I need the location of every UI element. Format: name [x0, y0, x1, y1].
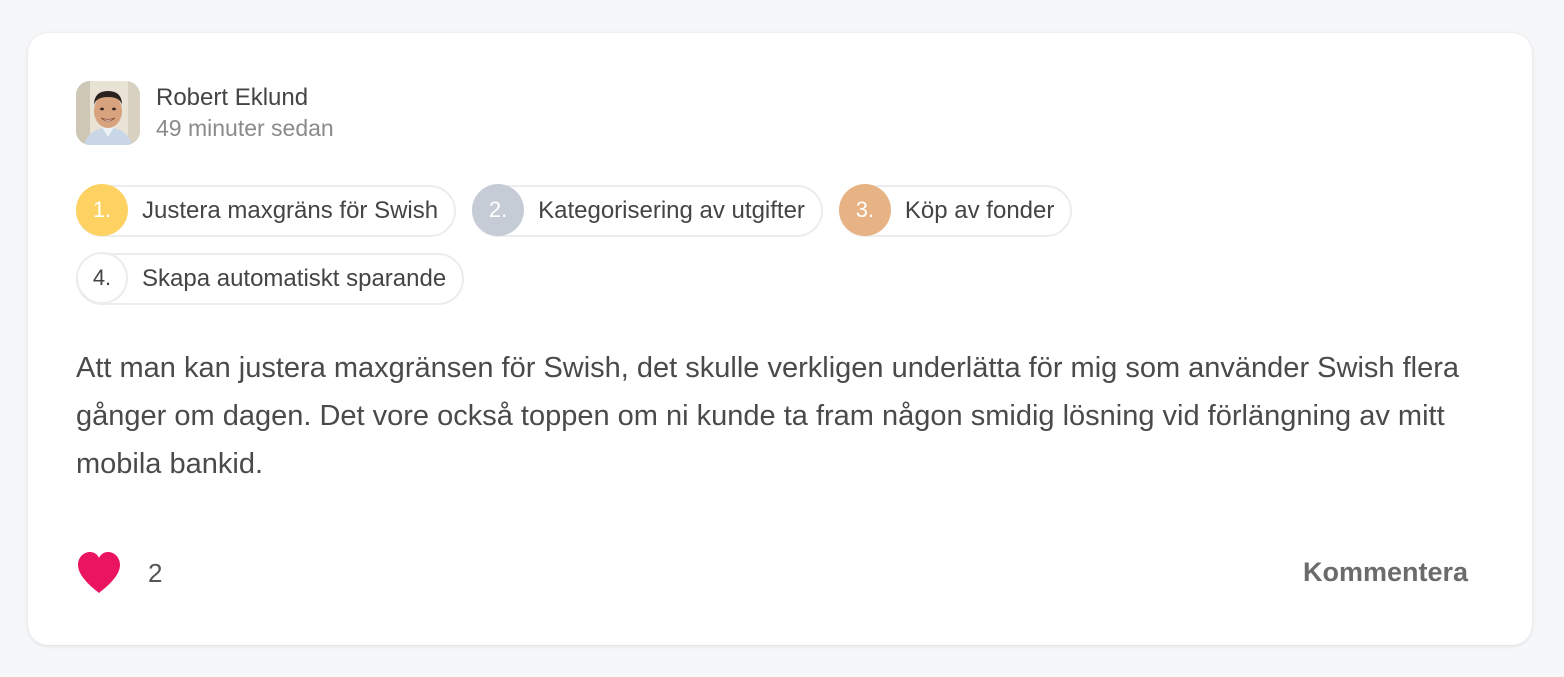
author-text: Robert Eklund 49 minuter sedan [156, 83, 334, 143]
like-button[interactable]: 2 [76, 551, 162, 595]
avatar-photo [76, 81, 140, 145]
tag-number: 3. [838, 184, 891, 236]
avatar[interactable] [76, 81, 140, 145]
like-count: 2 [148, 557, 163, 588]
tag-number: 1. [76, 184, 128, 236]
tag-number: 2. [472, 184, 525, 236]
tag-label: Skapa automatiskt sparande [142, 265, 447, 292]
author-block: Robert Eklund 49 minuter sedan [76, 81, 334, 145]
tag-1[interactable]: 1. Justera maxgräns för Swish [76, 184, 457, 237]
author-name[interactable]: Robert Eklund [156, 83, 334, 113]
post-body: Att man kan justera maxgränsen för Swish… [76, 352, 1459, 480]
tag-list: 1. Justera maxgräns för Swish 2. Kategor… [76, 184, 1276, 305]
post-card: Robert Eklund 49 minuter sedan 1. Juster… [28, 33, 1532, 645]
post-timestamp: 49 minuter sedan [156, 115, 334, 141]
tag-label: Köp av fonder [904, 197, 1055, 224]
tag-number: 4. [76, 252, 128, 304]
tag-2[interactable]: 2. Kategorisering av utgifter [472, 184, 823, 237]
tag-label: Justera maxgräns för Swish [142, 197, 439, 224]
tag-label: Kategorisering av utgifter [538, 197, 805, 224]
comment-button[interactable]: Kommentera [1303, 557, 1468, 588]
heart-icon[interactable] [76, 551, 122, 595]
tag-3[interactable]: 3. Köp av fonder [838, 184, 1073, 237]
tag-4[interactable]: 4. Skapa automatiskt sparande [76, 252, 465, 305]
